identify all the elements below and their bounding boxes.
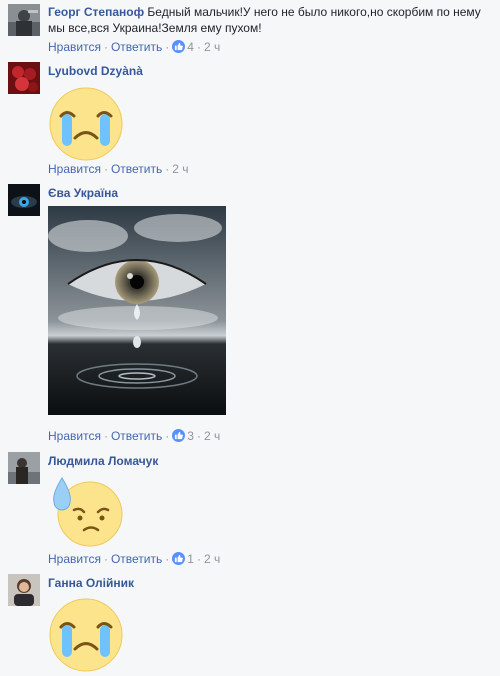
avatar[interactable] bbox=[8, 4, 40, 36]
comment-actions: Нравится · Ответить · 2 ч bbox=[48, 162, 189, 176]
comment-lyudmila: Людмила Ломачук Нравится · Ответить · 1 · 2 ч bbox=[0, 448, 500, 568]
reply-button[interactable]: Ответить bbox=[111, 162, 162, 176]
timestamp[interactable]: 2 ч bbox=[204, 552, 220, 566]
comment-ganna: Ганна Олійник bbox=[0, 570, 500, 672]
thumbs-up-icon[interactable] bbox=[172, 40, 186, 53]
comment-lyubovd: Lyubovd Dzyànà Нравится · Ответить · 2 ч bbox=[0, 58, 500, 178]
like-button[interactable]: Нравится bbox=[48, 40, 101, 54]
sad-sweat-face-sticker bbox=[48, 472, 124, 551]
avatar[interactable] bbox=[8, 184, 40, 216]
like-button[interactable]: Нравится bbox=[48, 552, 101, 566]
comment-author[interactable]: Ганна Олійник bbox=[48, 576, 134, 590]
reply-button[interactable]: Ответить bbox=[111, 40, 162, 54]
comment-actions: Нравится · Ответить · 3 · 2 ч bbox=[48, 429, 221, 443]
comment-author[interactable]: Людмила Ломачук bbox=[48, 454, 158, 468]
thumbs-up-icon[interactable] bbox=[172, 552, 186, 565]
comment-author[interactable]: Георг Степаноф bbox=[48, 5, 144, 19]
reply-button[interactable]: Ответить bbox=[111, 429, 162, 443]
reply-button[interactable]: Ответить bbox=[111, 552, 162, 566]
comment-actions: Нравится · Ответить · 4 · 2 ч bbox=[48, 40, 221, 54]
thumbs-up-icon[interactable] bbox=[172, 429, 186, 442]
avatar[interactable] bbox=[8, 62, 40, 94]
like-button[interactable]: Нравится bbox=[48, 429, 101, 443]
comment-author[interactable]: Єва Україна bbox=[48, 186, 118, 200]
like-count[interactable]: 4 bbox=[187, 40, 194, 54]
timestamp[interactable]: 2 ч bbox=[204, 40, 220, 54]
comment-eva: Єва Україна Нравится · Ответить · 3 · 2 … bbox=[0, 180, 500, 445]
avatar[interactable] bbox=[8, 452, 40, 484]
crying-face-sticker bbox=[48, 86, 124, 165]
attached-image[interactable] bbox=[48, 206, 226, 418]
timestamp[interactable]: 2 ч bbox=[172, 162, 188, 176]
comment-author[interactable]: Lyubovd Dzyànà bbox=[48, 64, 143, 78]
like-button[interactable]: Нравится bbox=[48, 162, 101, 176]
comment-georg: Георг Степаноф Бедный мальчик!У него не … bbox=[0, 0, 500, 56]
timestamp[interactable]: 2 ч bbox=[204, 429, 220, 443]
avatar[interactable] bbox=[8, 574, 40, 606]
comment-actions: Нравится · Ответить · 1 · 2 ч bbox=[48, 552, 221, 566]
like-count[interactable]: 1 bbox=[187, 552, 194, 566]
crying-face-sticker bbox=[48, 597, 124, 676]
comment-text: Георг Степаноф Бедный мальчик!У него не … bbox=[48, 4, 492, 36]
like-count[interactable]: 3 bbox=[187, 429, 194, 443]
